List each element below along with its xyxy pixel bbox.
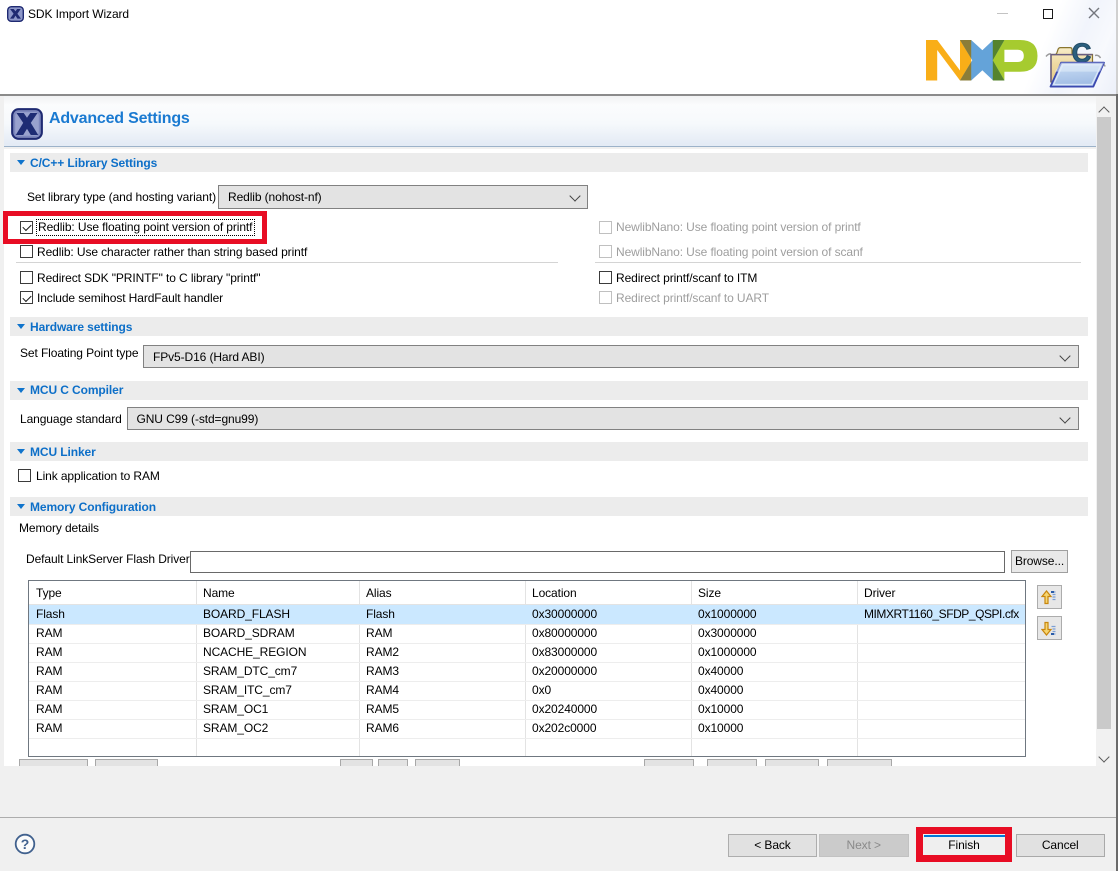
- svg-text:?: ?: [21, 836, 29, 852]
